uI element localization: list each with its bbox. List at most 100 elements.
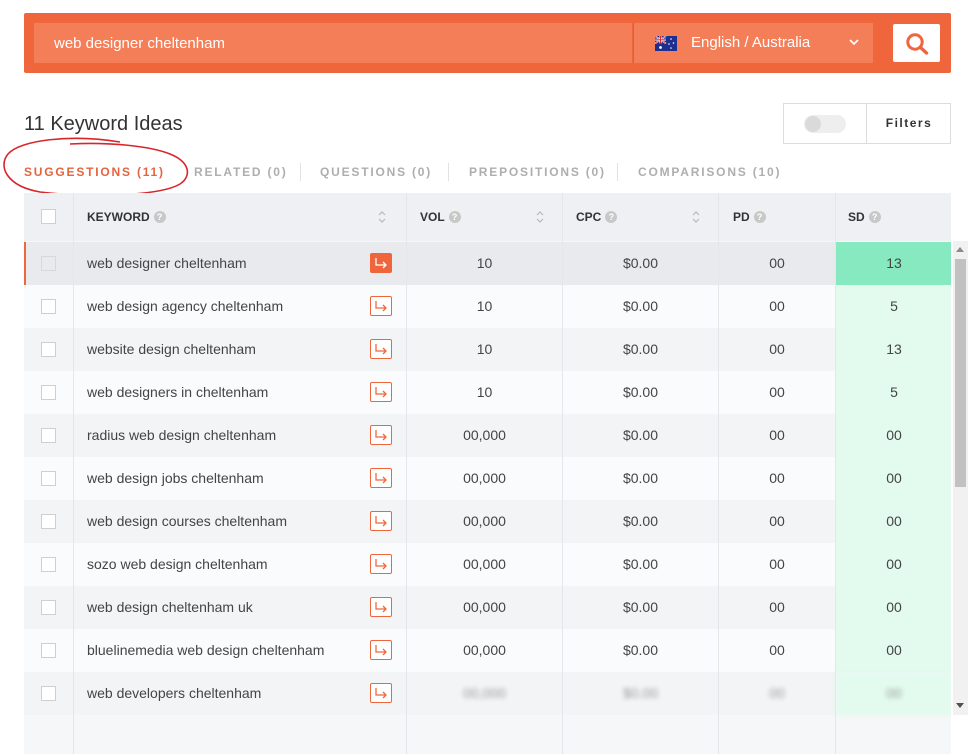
open-keyword-button[interactable] bbox=[370, 253, 392, 273]
keyword-cell[interactable]: web design cheltenham uk bbox=[87, 586, 253, 629]
filters-button[interactable]: Filters bbox=[867, 104, 951, 143]
open-keyword-button[interactable] bbox=[370, 554, 392, 574]
go-arrow-icon bbox=[375, 559, 387, 570]
row-checkbox[interactable] bbox=[41, 385, 56, 400]
table-row[interactable]: web design cheltenham uk 00,000 $0.00 00 00 bbox=[24, 586, 951, 629]
select-all-checkbox[interactable] bbox=[41, 209, 56, 224]
table-row[interactable]: web design courses cheltenham 00,000 $0.00… bbox=[24, 500, 951, 543]
sd-cell: 13 bbox=[836, 328, 951, 371]
vol-cell: 10 bbox=[476, 341, 493, 357]
keyword-table: KEYWORD? VOL? CPC? PD? SD? web designer … bbox=[24, 193, 951, 754]
table-row[interactable]: web design jobs cheltenham 00,000 $0.00 00 0… bbox=[24, 457, 951, 500]
keyword-cell[interactable]: web design courses cheltenham bbox=[87, 500, 287, 543]
tab-related[interactable]: RELATED (0) bbox=[194, 160, 288, 184]
row-checkbox[interactable] bbox=[41, 643, 56, 658]
keyword-cell[interactable]: bluelinemedia web design cheltenham bbox=[87, 629, 324, 672]
table-row[interactable]: web designers in cheltenham 10 $0.00 00 5 bbox=[24, 371, 951, 414]
open-keyword-button[interactable] bbox=[370, 382, 392, 402]
row-checkbox[interactable] bbox=[41, 428, 56, 443]
keyword-cell[interactable]: website design cheltenham bbox=[87, 328, 256, 371]
header-label: SD bbox=[848, 210, 865, 224]
help-icon[interactable]: ? bbox=[605, 211, 618, 223]
pd-cell: 00 bbox=[769, 255, 785, 271]
open-keyword-button[interactable] bbox=[370, 597, 392, 617]
pd-cell: 00 bbox=[769, 685, 785, 701]
pd-cell: 00 bbox=[769, 556, 785, 572]
open-keyword-button[interactable] bbox=[370, 339, 392, 359]
keyword-cell[interactable]: radius web design cheltenham bbox=[87, 414, 276, 457]
table-row[interactable]: web developers cheltenham 00,000 $0.00 00 00 bbox=[24, 672, 951, 715]
open-keyword-button[interactable] bbox=[370, 425, 392, 445]
keyword-cell[interactable]: web design jobs cheltenham bbox=[87, 457, 264, 500]
open-keyword-button[interactable] bbox=[370, 683, 392, 703]
help-icon[interactable]: ? bbox=[448, 211, 461, 223]
header-label: KEYWORD bbox=[87, 210, 150, 224]
row-checkbox[interactable] bbox=[41, 514, 56, 529]
table-row[interactable]: radius web design cheltenham 00,000 $0.00 0… bbox=[24, 414, 951, 457]
column-header-vol[interactable]: VOL? bbox=[420, 193, 461, 241]
filters-panel: Filters bbox=[783, 103, 951, 144]
open-keyword-button[interactable] bbox=[370, 640, 392, 660]
vol-cell: 10 bbox=[476, 255, 493, 271]
sd-cell: 00 bbox=[836, 457, 951, 500]
tab-questions[interactable]: QUESTIONS (0) bbox=[320, 160, 432, 184]
column-header-pd[interactable]: PD? bbox=[733, 193, 766, 241]
open-keyword-button[interactable] bbox=[370, 296, 392, 316]
help-icon[interactable]: ? bbox=[868, 211, 881, 223]
table-row[interactable]: bluelinemedia web design cheltenham 00,00… bbox=[24, 629, 951, 672]
scroll-thumb[interactable] bbox=[955, 259, 966, 487]
row-checkbox[interactable] bbox=[41, 600, 56, 615]
help-icon[interactable]: ? bbox=[753, 211, 766, 223]
tab-prepositions[interactable]: PREPOSITIONS (0) bbox=[469, 160, 606, 184]
row-checkbox[interactable] bbox=[41, 299, 56, 314]
row-checkbox[interactable] bbox=[41, 686, 56, 701]
column-header-keyword[interactable]: KEYWORD? bbox=[87, 193, 166, 241]
sort-icon[interactable] bbox=[691, 209, 701, 225]
keyword-cell[interactable]: web designers in cheltenham bbox=[87, 371, 268, 414]
page-title: 11 Keyword Ideas bbox=[24, 113, 183, 135]
sd-cell: 13 bbox=[836, 242, 951, 285]
cpc-cell: $0.00 bbox=[622, 298, 659, 314]
sd-cell: 00 bbox=[836, 543, 951, 586]
help-icon[interactable]: ? bbox=[153, 211, 166, 223]
language-select[interactable]: English / Australia bbox=[633, 23, 873, 63]
row-checkbox[interactable] bbox=[41, 471, 56, 486]
scroll-up-arrow-icon[interactable] bbox=[956, 247, 964, 252]
cpc-cell: $0.00 bbox=[622, 556, 659, 572]
search-button[interactable] bbox=[893, 24, 940, 62]
keyword-cell[interactable]: web designer cheltenham bbox=[87, 242, 247, 285]
pd-cell: 00 bbox=[769, 298, 785, 314]
table-scrollbar[interactable] bbox=[953, 241, 968, 715]
table-row[interactable]: website design cheltenham 10 $0.00 00 13 bbox=[24, 328, 951, 371]
row-checkbox[interactable] bbox=[41, 256, 56, 271]
tab-suggestions[interactable]: SUGGESTIONS (11) bbox=[24, 160, 165, 184]
go-arrow-icon bbox=[375, 473, 387, 484]
search-input[interactable] bbox=[34, 23, 632, 63]
table-row[interactable]: web designer cheltenham 10 $0.00 00 13 bbox=[24, 242, 951, 285]
filters-toggle[interactable] bbox=[804, 115, 846, 133]
keyword-cell[interactable]: web design agency cheltenham bbox=[87, 285, 283, 328]
keyword-cell[interactable]: web developers cheltenham bbox=[87, 672, 261, 715]
row-checkbox[interactable] bbox=[41, 342, 56, 357]
cpc-cell: $0.00 bbox=[622, 642, 659, 658]
pd-cell: 00 bbox=[769, 341, 785, 357]
column-header-cpc[interactable]: CPC? bbox=[576, 193, 618, 241]
table-header: KEYWORD? VOL? CPC? PD? SD? bbox=[24, 193, 951, 241]
open-keyword-button[interactable] bbox=[370, 468, 392, 488]
table-row[interactable]: web design agency cheltenham 10 $0.00 00 5 bbox=[24, 285, 951, 328]
vol-cell: 00,000 bbox=[463, 513, 506, 529]
column-header-sd[interactable]: SD? bbox=[848, 193, 881, 241]
vol-cell: 00,000 bbox=[463, 427, 506, 443]
keyword-cell[interactable]: sozo web design cheltenham bbox=[87, 543, 268, 586]
go-arrow-icon bbox=[375, 258, 387, 269]
go-arrow-icon bbox=[375, 344, 387, 355]
sort-icon[interactable] bbox=[535, 209, 545, 225]
row-checkbox[interactable] bbox=[41, 557, 56, 572]
tab-comparisons[interactable]: COMPARISONS (10) bbox=[638, 160, 781, 184]
scroll-down-arrow-icon[interactable] bbox=[956, 703, 964, 708]
sort-icon[interactable] bbox=[377, 209, 387, 225]
open-keyword-button[interactable] bbox=[370, 511, 392, 531]
tab-separator bbox=[448, 163, 449, 181]
table-row[interactable]: sozo web design cheltenham 00,000 $0.00 00 0… bbox=[24, 543, 951, 586]
sd-cell: 5 bbox=[836, 371, 951, 414]
